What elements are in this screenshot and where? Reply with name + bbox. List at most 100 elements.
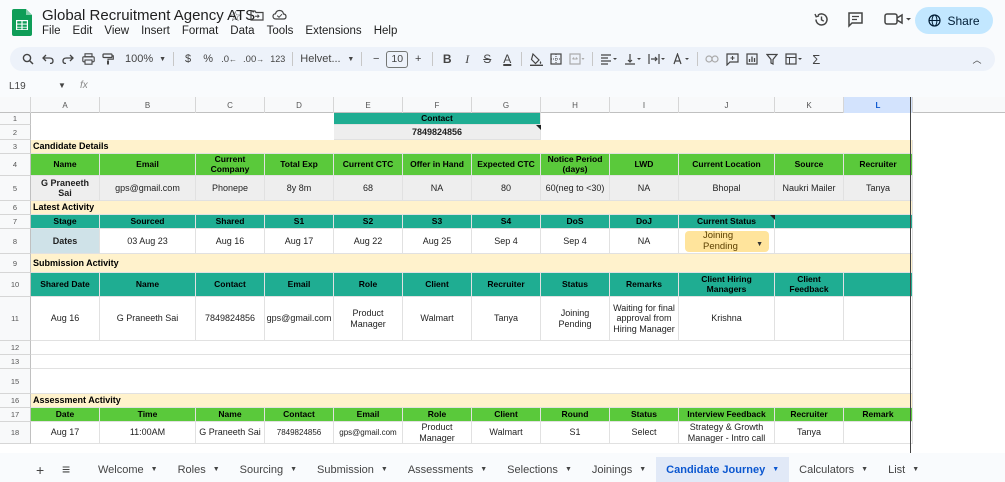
menu-data[interactable]: Data bbox=[230, 25, 254, 37]
increase-decimal-button[interactable]: .00 → bbox=[240, 49, 267, 69]
activity-header-cell[interactable]: Current Status bbox=[679, 215, 775, 229]
assessment-header-cell[interactable]: Round bbox=[541, 408, 610, 422]
assessment-value-cell[interactable]: 7849824856 bbox=[265, 422, 334, 444]
assessment-value-cell[interactable]: Tanya bbox=[775, 422, 844, 444]
submission-value-cell[interactable]: Walmart bbox=[403, 297, 472, 341]
italic-icon[interactable]: I bbox=[457, 49, 477, 69]
decrease-decimal-button[interactable]: .0 ← bbox=[218, 49, 240, 69]
activity-value-cell[interactable]: Dates bbox=[31, 229, 100, 254]
submission-value-cell[interactable]: Tanya bbox=[472, 297, 541, 341]
activity-header-cell[interactable]: Stage bbox=[31, 215, 100, 229]
contact-header-cell[interactable]: Contact bbox=[334, 113, 541, 125]
insert-link-icon[interactable] bbox=[702, 49, 722, 69]
sheet-tab-assessments[interactable]: Assessments ▼ bbox=[398, 457, 497, 482]
submission-header-cell[interactable]: Client Hiring Managers bbox=[679, 273, 775, 297]
candidate-header-cell[interactable]: Total Exp bbox=[265, 154, 334, 176]
comments-icon[interactable] bbox=[847, 11, 864, 33]
search-menus-icon[interactable] bbox=[18, 49, 38, 69]
activity-header-cell[interactable]: S4 bbox=[472, 215, 541, 229]
move-folder-icon[interactable] bbox=[250, 8, 264, 24]
assessment-value-cell[interactable]: Walmart bbox=[472, 422, 541, 444]
column-header-j[interactable]: J bbox=[679, 97, 775, 113]
sheet-tab-selections[interactable]: Selections ▼ bbox=[497, 457, 582, 482]
activity-value-cell[interactable]: 03 Aug 23 bbox=[100, 229, 196, 254]
column-header-g[interactable]: G bbox=[472, 97, 541, 113]
assessment-header-cell[interactable]: Date bbox=[31, 408, 100, 422]
activity-value-cell[interactable]: Aug 22 bbox=[334, 229, 403, 254]
sheet-tab-joinings[interactable]: Joinings ▼ bbox=[582, 457, 656, 482]
menu-edit[interactable]: Edit bbox=[73, 25, 93, 37]
decrease-font-size-icon[interactable]: − bbox=[366, 49, 386, 69]
more-formats-button[interactable]: 123 bbox=[267, 49, 288, 69]
tab-caret-icon[interactable]: ▼ bbox=[480, 466, 487, 473]
share-button[interactable]: Share bbox=[915, 7, 993, 34]
menu-view[interactable]: View bbox=[104, 25, 129, 37]
horizontal-align-icon[interactable] bbox=[597, 49, 621, 69]
candidate-header-cell[interactable]: Recruiter bbox=[844, 154, 913, 176]
submission-value-cell[interactable]: Krishna bbox=[679, 297, 775, 341]
assessment-header-cell[interactable]: Recruiter bbox=[775, 408, 844, 422]
assessment-header-cell[interactable]: Remark bbox=[844, 408, 913, 422]
row-header-12[interactable]: 12 bbox=[0, 341, 31, 355]
assessment-value-cell[interactable]: Select bbox=[610, 422, 679, 444]
activity-value-cell[interactable]: Sep 4 bbox=[472, 229, 541, 254]
candidate-header-cell[interactable]: Current Location bbox=[679, 154, 775, 176]
row-header-16[interactable]: 16 bbox=[0, 394, 31, 408]
filter-icon[interactable] bbox=[762, 49, 782, 69]
submission-value-cell[interactable]: Waiting for final approval from Hiring M… bbox=[610, 297, 679, 341]
paint-format-icon[interactable] bbox=[98, 49, 118, 69]
submission-value-cell[interactable]: Joining Pending bbox=[541, 297, 610, 341]
vertical-align-icon[interactable] bbox=[621, 49, 645, 69]
column-header-i[interactable]: I bbox=[610, 97, 679, 113]
submission-header-cell[interactable]: Email bbox=[265, 273, 334, 297]
undo-icon[interactable] bbox=[38, 49, 58, 69]
row-header-10[interactable]: 10 bbox=[0, 273, 31, 297]
submission-header-cell[interactable]: Name bbox=[100, 273, 196, 297]
empty-row[interactable] bbox=[31, 341, 913, 355]
submission-header-cell[interactable]: Recruiter bbox=[472, 273, 541, 297]
font-family-select[interactable]: Helvet... ▼ bbox=[297, 49, 357, 69]
candidate-value-cell[interactable]: Phonepe bbox=[196, 176, 265, 201]
row-header-17[interactable]: 17 bbox=[0, 408, 31, 422]
assessment-header-cell[interactable]: Role bbox=[403, 408, 472, 422]
tab-caret-icon[interactable]: ▼ bbox=[381, 466, 388, 473]
candidate-header-cell[interactable]: Source bbox=[775, 154, 844, 176]
candidate-header-cell[interactable]: LWD bbox=[610, 154, 679, 176]
assessment-header-cell[interactable]: Status bbox=[610, 408, 679, 422]
row-header-8[interactable]: 8 bbox=[0, 229, 31, 254]
row-header-13[interactable]: 13 bbox=[0, 355, 31, 369]
all-sheets-menu-icon[interactable]: ≡ bbox=[62, 461, 70, 477]
candidate-value-cell[interactable]: Bhopal bbox=[679, 176, 775, 201]
candidate-header-cell[interactable]: Offer in Hand bbox=[403, 154, 472, 176]
version-history-icon[interactable] bbox=[813, 11, 830, 33]
strikethrough-icon[interactable]: S bbox=[477, 49, 497, 69]
redo-icon[interactable] bbox=[58, 49, 78, 69]
assessment-value-cell[interactable]: gps@gmail.com bbox=[334, 422, 403, 444]
activity-value-cell[interactable]: Aug 25 bbox=[403, 229, 472, 254]
assessment-value-cell[interactable]: Product Manager bbox=[403, 422, 472, 444]
submission-header-cell[interactable]: Client bbox=[403, 273, 472, 297]
assessment-header-cell[interactable]: Contact bbox=[265, 408, 334, 422]
column-header-c[interactable]: C bbox=[196, 97, 265, 113]
row-header-11[interactable]: 11 bbox=[0, 297, 31, 341]
submission-value-cell[interactable]: Product Manager bbox=[334, 297, 403, 341]
row-header-9[interactable]: 9 bbox=[0, 254, 31, 273]
submission-header-cell[interactable]: Role bbox=[334, 273, 403, 297]
insert-chart-icon[interactable] bbox=[742, 49, 762, 69]
bold-icon[interactable]: B bbox=[437, 49, 457, 69]
hide-menus-chevron-icon[interactable]: ︿ bbox=[967, 49, 987, 69]
candidate-value-cell[interactable]: NA bbox=[403, 176, 472, 201]
submission-header-filler[interactable] bbox=[844, 273, 913, 297]
activity-value-cell[interactable]: NA bbox=[610, 229, 679, 254]
functions-icon[interactable]: Σ bbox=[806, 49, 826, 69]
sheet-tab-submission[interactable]: Submission ▼ bbox=[307, 457, 398, 482]
contact-value-cell[interactable]: 7849824856 bbox=[334, 125, 541, 140]
column-header-a[interactable]: A bbox=[31, 97, 100, 113]
submission-value-cell[interactable]: gps@gmail.com bbox=[265, 297, 334, 341]
fill-color-icon[interactable] bbox=[526, 49, 546, 69]
row-header-18[interactable]: 18 bbox=[0, 422, 31, 444]
candidate-header-cell[interactable]: Current CTC bbox=[334, 154, 403, 176]
text-rotation-icon[interactable] bbox=[669, 49, 693, 69]
star-icon[interactable]: ☆ bbox=[229, 8, 242, 25]
candidate-value-cell[interactable]: 68 bbox=[334, 176, 403, 201]
